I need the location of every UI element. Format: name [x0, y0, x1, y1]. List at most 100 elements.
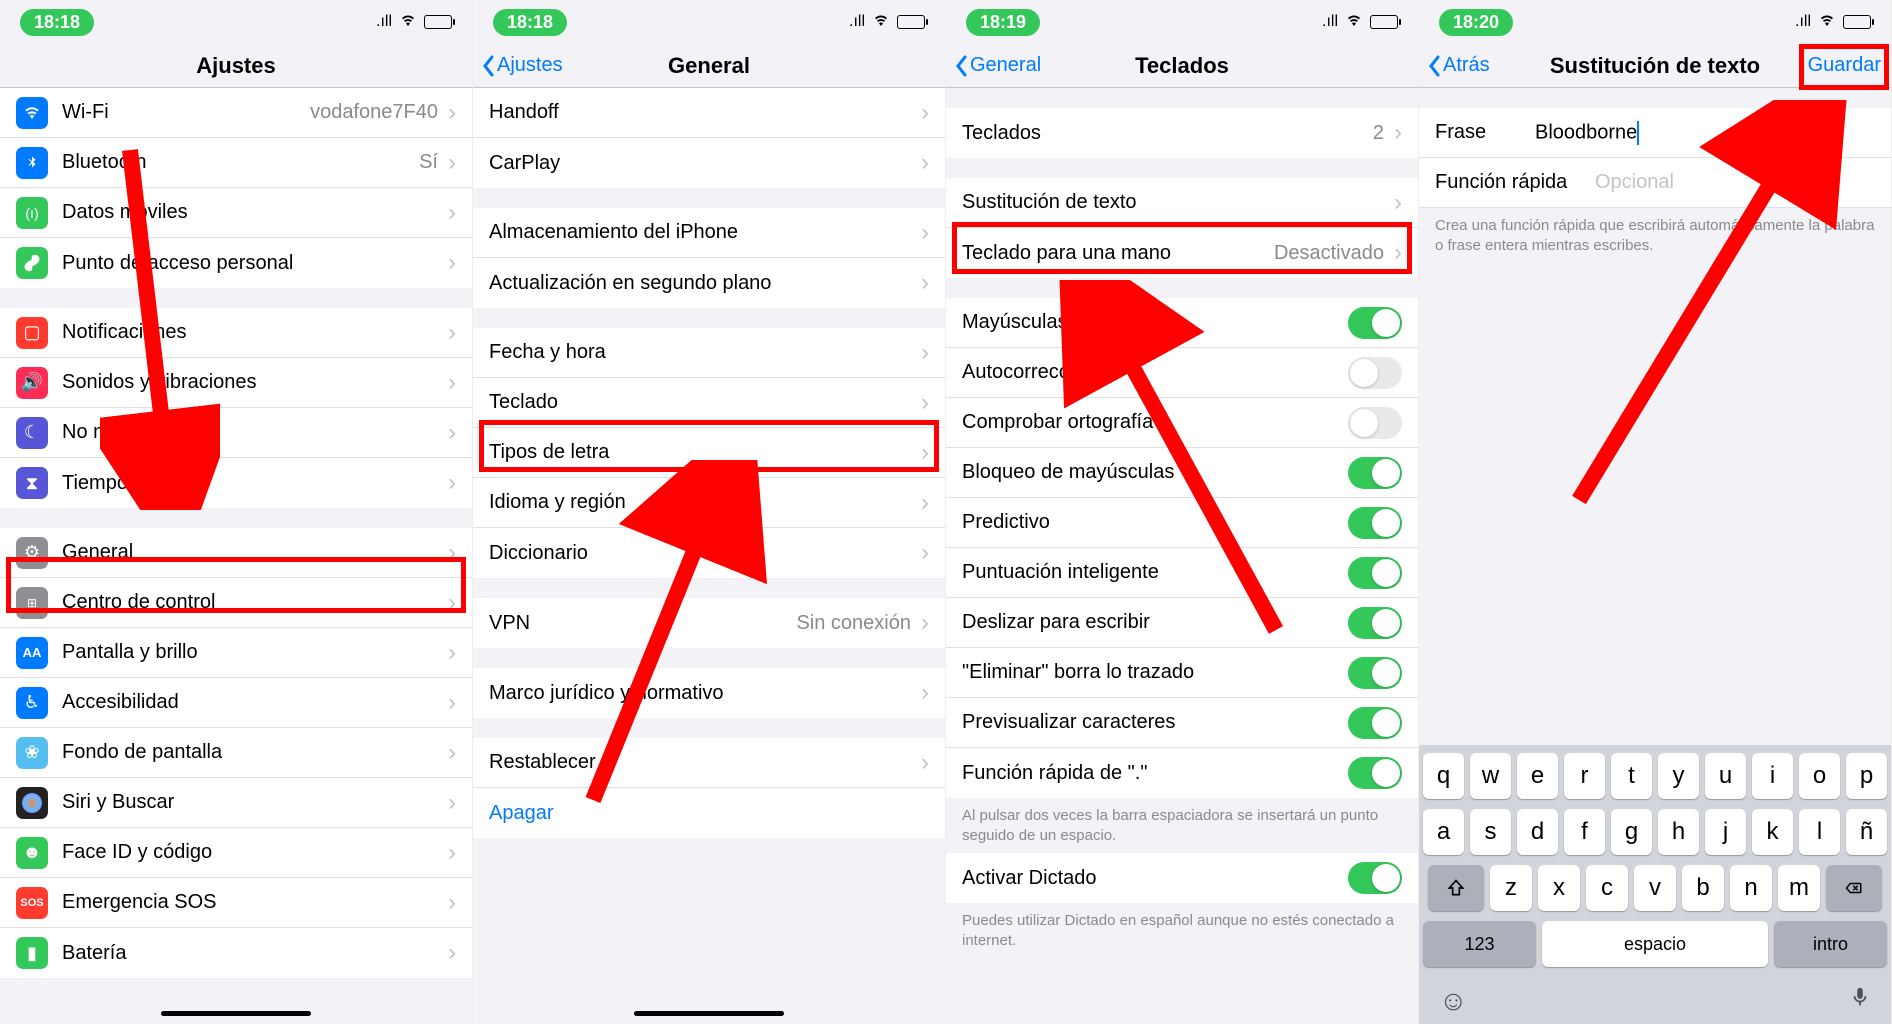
row-almacenamiento-del-iphone[interactable]: Almacenamiento del iPhone› [473, 208, 945, 258]
toggle[interactable] [1348, 357, 1402, 389]
key-ñ[interactable]: ñ [1846, 809, 1887, 855]
toggle[interactable] [1348, 457, 1402, 489]
toggle[interactable] [1348, 607, 1402, 639]
key-k[interactable]: k [1752, 809, 1793, 855]
toggle[interactable] [1348, 407, 1402, 439]
row-restablecer[interactable]: Restablecer› [473, 738, 945, 788]
key-d[interactable]: d [1517, 809, 1558, 855]
back-button[interactable]: Ajustes [481, 54, 563, 77]
key-w[interactable]: w [1470, 753, 1511, 799]
row-emergencia-sos[interactable]: SOSEmergencia SOS› [0, 878, 472, 928]
key-m[interactable]: m [1778, 865, 1820, 911]
chevron-right-icon: › [448, 739, 456, 767]
mic-icon[interactable] [1849, 983, 1871, 1018]
key-n[interactable]: n [1730, 865, 1772, 911]
row-siri-y-buscar[interactable]: Siri y Buscar› [0, 778, 472, 828]
row-may-sculas-autom-ticas[interactable]: Mayúsculas automáticas [946, 298, 1418, 348]
row-bluetooth[interactable]: BluetoothSí› [0, 138, 472, 188]
row-centro-de-control[interactable]: ⊞Centro de control› [0, 578, 472, 628]
toggle[interactable] [1348, 757, 1402, 789]
row-fecha-y-hora[interactable]: Fecha y hora› [473, 328, 945, 378]
key-y[interactable]: y [1658, 753, 1699, 799]
toggle[interactable] [1348, 507, 1402, 539]
key-l[interactable]: l [1799, 809, 1840, 855]
row-activar-dictado[interactable]: Activar Dictado [946, 853, 1418, 903]
row-teclado-para-una-mano[interactable]: Teclado para una manoDesactivado› [946, 228, 1418, 278]
row-tiempo-de-uso[interactable]: ⧗Tiempo de uso› [0, 458, 472, 508]
key-u[interactable]: u [1705, 753, 1746, 799]
row-actualizaci-n-en-segundo-plano[interactable]: Actualización en segundo plano› [473, 258, 945, 308]
row-general[interactable]: ⚙General› [0, 528, 472, 578]
shift-key[interactable] [1428, 865, 1484, 911]
back-button[interactable]: General [954, 54, 1041, 77]
row-accesibilidad[interactable]: ♿︎Accesibilidad› [0, 678, 472, 728]
key-a[interactable]: a [1423, 809, 1464, 855]
page-title: Sustitución de texto [1550, 53, 1760, 79]
funcion-rapida-field[interactable]: Función rápida Opcional [1419, 158, 1891, 208]
row-carplay[interactable]: CarPlay› [473, 138, 945, 188]
key-z[interactable]: z [1490, 865, 1532, 911]
row-bater-a[interactable]: ▮Batería› [0, 928, 472, 978]
emoji-icon[interactable]: ☺ [1439, 985, 1468, 1017]
toggle[interactable] [1348, 307, 1402, 339]
key-s[interactable]: s [1470, 809, 1511, 855]
row-teclado[interactable]: Teclado› [473, 378, 945, 428]
frase-field[interactable]: Frase Bloodborne [1419, 108, 1891, 158]
key-x[interactable]: x [1538, 865, 1580, 911]
row-puntuaci-n-inteligente[interactable]: Puntuación inteligente [946, 548, 1418, 598]
row-diccionario[interactable]: Diccionario› [473, 528, 945, 578]
row-bloqueo-de-may-sculas[interactable]: Bloqueo de mayúsculas [946, 448, 1418, 498]
row-funci-n-r-pida-de-[interactable]: Función rápida de "." [946, 748, 1418, 798]
intro-key[interactable]: intro [1774, 921, 1887, 967]
row-pantalla-y-brillo[interactable]: AAPantalla y brillo› [0, 628, 472, 678]
key-c[interactable]: c [1586, 865, 1628, 911]
row-autocorrecci-n[interactable]: Autocorrección [946, 348, 1418, 398]
row-sustituci-n-de-texto[interactable]: Sustitución de texto› [946, 178, 1418, 228]
key-f[interactable]: f [1564, 809, 1605, 855]
toggle[interactable] [1348, 707, 1402, 739]
key-j[interactable]: j [1705, 809, 1746, 855]
save-button[interactable]: Guardar [1808, 54, 1881, 77]
key-v[interactable]: v [1634, 865, 1676, 911]
row-notificaciones[interactable]: ▢Notificaciones› [0, 308, 472, 358]
toggle[interactable] [1348, 862, 1402, 894]
key-o[interactable]: o [1799, 753, 1840, 799]
key-g[interactable]: g [1611, 809, 1652, 855]
key-r[interactable]: r [1564, 753, 1605, 799]
key-h[interactable]: h [1658, 809, 1699, 855]
row-punto-de-acceso-personal[interactable]: Punto de acceso personal› [0, 238, 472, 288]
row-no-molestar[interactable]: ☾No molestar› [0, 408, 472, 458]
row-idioma-y-regi-n[interactable]: Idioma y región› [473, 478, 945, 528]
key-i[interactable]: i [1752, 753, 1793, 799]
numbers-key[interactable]: 123 [1423, 921, 1536, 967]
toggle[interactable] [1348, 557, 1402, 589]
row-sonidos-y-vibraciones[interactable]: 🔊Sonidos y vibraciones› [0, 358, 472, 408]
key-p[interactable]: p [1846, 753, 1887, 799]
row--eliminar-borra-lo-trazado[interactable]: "Eliminar" borra lo trazado [946, 648, 1418, 698]
page-title: Ajustes [196, 53, 275, 79]
row-previsualizar-caracteres[interactable]: Previsualizar caracteres [946, 698, 1418, 748]
row-handoff[interactable]: Handoff› [473, 88, 945, 138]
chevron-right-icon: › [448, 589, 456, 617]
row-tipos-de-letra[interactable]: Tipos de letra› [473, 428, 945, 478]
key-e[interactable]: e [1517, 753, 1558, 799]
row-comprobar-ortograf-a[interactable]: Comprobar ortografía [946, 398, 1418, 448]
row-datos-m-viles[interactable]: (ı)Datos móviles› [0, 188, 472, 238]
row-deslizar-para-escribir[interactable]: Deslizar para escribir [946, 598, 1418, 648]
row-wi-fi[interactable]: Wi-Fivodafone7F40› [0, 88, 472, 138]
row-apagar[interactable]: Apagar [473, 788, 945, 838]
signal-icon: .ıll [376, 13, 392, 31]
row-face-id-y-c-digo[interactable]: ☻Face ID y código› [0, 828, 472, 878]
row-vpn[interactable]: VPNSin conexión› [473, 598, 945, 648]
back-button[interactable]: Atrás [1427, 54, 1490, 77]
row-predictivo[interactable]: Predictivo [946, 498, 1418, 548]
key-q[interactable]: q [1423, 753, 1464, 799]
delete-key[interactable] [1826, 865, 1882, 911]
key-b[interactable]: b [1682, 865, 1724, 911]
row-marco-jur-dico-y-normativo[interactable]: Marco jurídico y normativo› [473, 668, 945, 718]
space-key[interactable]: espacio [1542, 921, 1768, 967]
row-teclados[interactable]: Teclados2› [946, 108, 1418, 158]
row-fondo-de-pantalla[interactable]: ❀Fondo de pantalla› [0, 728, 472, 778]
key-t[interactable]: t [1611, 753, 1652, 799]
toggle[interactable] [1348, 657, 1402, 689]
